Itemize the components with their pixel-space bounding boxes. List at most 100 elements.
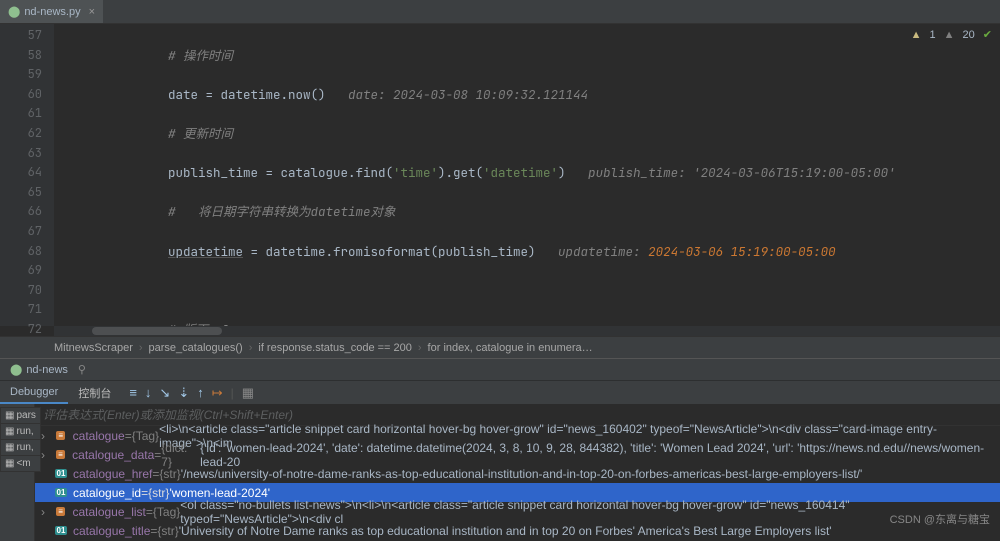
tab-console[interactable]: 控制台	[68, 381, 121, 404]
debug-toolbar: Debugger 控制台 ≡ ↓ ↘ ⇣ ↑ ↦ | ▦	[0, 380, 1000, 404]
step-over-icon[interactable]: ≡	[129, 385, 137, 400]
left-tool-tabs: ▦ pars ▦ run, ▦ run, ▦ <m	[0, 407, 41, 471]
line-number[interactable]: 72	[0, 320, 42, 340]
line-number[interactable]: 59	[0, 65, 42, 85]
inlay-hint-label: updatetime:	[558, 243, 648, 260]
code-text: date = datetime.now()	[168, 86, 326, 103]
dict-type-icon: ≡	[53, 448, 69, 462]
code-text: publish_time = catalogue.find(	[168, 164, 393, 181]
step-into-icon[interactable]: ↓	[145, 385, 152, 400]
tab-debugger[interactable]: Debugger	[0, 381, 68, 404]
inlay-hint-label: date:	[348, 86, 393, 103]
debug-body: ⚙ 评估表达式(Enter)或添加监视(Ctrl+Shift+Enter) › …	[0, 404, 1000, 541]
debug-run-tabs: ⬤ nd-news ⚲	[0, 358, 1000, 380]
line-number[interactable]: 67	[0, 222, 42, 242]
run-to-cursor-icon[interactable]: ↦	[212, 385, 223, 401]
variable-type: {Tag}	[153, 505, 180, 519]
step-out-icon[interactable]: ↑	[197, 385, 204, 400]
breadcrumb-item[interactable]: for index, catalogue in enumera…	[428, 342, 593, 354]
variables-panel: 评估表达式(Enter)或添加监视(Ctrl+Shift+Enter) › ≡ …	[35, 404, 1000, 541]
line-number[interactable]: 62	[0, 124, 42, 144]
variable-name: catalogue_href	[73, 467, 152, 481]
inspection-status[interactable]: ▲ 1 ▲ 20 ✔	[911, 28, 992, 41]
weak-warning-count: 20	[963, 29, 975, 41]
weak-warning-icon: ▲	[944, 29, 955, 41]
line-number[interactable]: 65	[0, 183, 42, 203]
line-number[interactable]: 63	[0, 144, 42, 164]
breadcrumb-bar: MitnewsScraper › parse_catalogues() › if r…	[0, 336, 1000, 358]
line-number[interactable]: 71	[0, 300, 42, 320]
variable-name: catalogue	[73, 429, 125, 443]
line-number[interactable]: 57	[0, 26, 42, 46]
code-text: updatetime	[168, 243, 243, 260]
code-comment: 对象	[371, 203, 396, 220]
editor-tab-bar: ⬤ nd-news.py ×	[0, 0, 1000, 24]
variable-value: '/news/university-of-notre-dame-ranks-as…	[181, 467, 863, 481]
watermark-text: CSDN @东离与糖宝	[890, 511, 990, 527]
code-comment: # 将日期字符串转换为	[168, 203, 311, 220]
code-text: ).get(	[438, 164, 483, 181]
line-number[interactable]: 70	[0, 281, 42, 301]
inlay-hint-value: '2024-03-06T15:19:00-05:00'	[693, 164, 896, 181]
line-number[interactable]: 69	[0, 261, 42, 281]
tab-filename: nd-news.py	[24, 6, 80, 18]
chevron-right-icon[interactable]: ›	[41, 448, 53, 462]
code-string: 'time'	[393, 164, 438, 181]
side-tool-tab[interactable]: ▦ run,	[0, 423, 41, 440]
force-step-into-icon[interactable]: ⇣	[178, 385, 189, 401]
editor-tab-active[interactable]: ⬤ nd-news.py ×	[0, 0, 103, 23]
line-number[interactable]: 61	[0, 104, 42, 124]
inlay-hint-value: 2024-03-08 10:09:32.121144	[393, 86, 588, 103]
tag-type-icon: ≡	[53, 429, 69, 443]
step-into-my-icon[interactable]: ↘	[159, 385, 170, 401]
code-comment: datetime	[311, 203, 371, 220]
horizontal-scrollbar[interactable]	[54, 326, 1000, 336]
tag-type-icon: ≡	[53, 505, 69, 519]
code-editor[interactable]: # 操作时间 date = datetime.now() date: 2024-…	[54, 24, 1000, 326]
line-number[interactable]: 64	[0, 163, 42, 183]
breadcrumb-item[interactable]: parse_catalogues()	[149, 342, 243, 354]
chevron-right-icon: ›	[418, 342, 422, 354]
code-text: )	[558, 164, 566, 181]
code-text: = datetime.fromisoformat(publish_time)	[243, 243, 536, 260]
debug-run-name: nd-news	[26, 364, 68, 376]
variable-name: catalogue_data	[72, 448, 154, 462]
python-icon: ⬤	[10, 363, 22, 376]
str-type-icon: 01	[53, 486, 69, 500]
str-type-icon: 01	[53, 467, 69, 481]
chevron-right-icon[interactable]: ›	[41, 429, 53, 443]
breadcrumb-item[interactable]: MitnewsScraper	[54, 342, 133, 354]
side-tool-tab[interactable]: ▦ <m	[0, 455, 41, 472]
close-icon[interactable]: ×	[89, 6, 95, 18]
inlay-hint-value: 2024-03-06 15:19:00-05:00	[648, 243, 836, 260]
variable-row[interactable]: › ≡ catalogue_list = {Tag} <ol class="no…	[35, 502, 1000, 521]
code-comment: # 更新时间	[168, 125, 233, 142]
ok-icon: ✔	[983, 28, 992, 41]
line-number[interactable]: 66	[0, 202, 42, 222]
variable-type: {str}	[159, 467, 180, 481]
editor-area: 57 58 59 60 61 62 63 64 65 66 67 68 69 7…	[0, 24, 1000, 326]
breadcrumb-item[interactable]: if response.status_code == 200	[258, 342, 412, 354]
inlay-hint-label: publish_time:	[588, 164, 693, 181]
variable-name: catalogue_list	[72, 505, 145, 519]
line-number[interactable]: 58	[0, 46, 42, 66]
line-number[interactable]: 60	[0, 85, 42, 105]
line-number[interactable]: 68	[0, 242, 42, 262]
pin-icon[interactable]: ⚲	[78, 363, 86, 376]
side-tool-tab[interactable]: ▦ pars	[0, 407, 41, 424]
warning-count: 1	[930, 29, 936, 41]
warning-icon: ▲	[911, 29, 922, 41]
calculator-icon[interactable]: ▦	[242, 385, 254, 401]
variable-type: {Tag}	[132, 429, 159, 443]
side-tool-tab[interactable]: ▦ run,	[0, 439, 41, 456]
variable-row[interactable]: 01 catalogue_href = {str} '/news/univers…	[35, 464, 1000, 483]
variable-name: catalogue_id	[73, 486, 141, 500]
code-comment: # 操作时间	[168, 47, 233, 64]
debug-run-tab[interactable]: ⬤ nd-news ⚲	[0, 359, 96, 380]
scrollbar-thumb[interactable]	[92, 327, 222, 335]
variable-type: {str}	[148, 486, 169, 500]
chevron-right-icon[interactable]: ›	[41, 505, 53, 519]
line-number-gutter: 57 58 59 60 61 62 63 64 65 66 67 68 69 7…	[0, 24, 54, 326]
variable-row[interactable]: › ≡ catalogue_data = {dict: 7} {'id': 'w…	[35, 445, 1000, 464]
chevron-right-icon: ›	[249, 342, 253, 354]
